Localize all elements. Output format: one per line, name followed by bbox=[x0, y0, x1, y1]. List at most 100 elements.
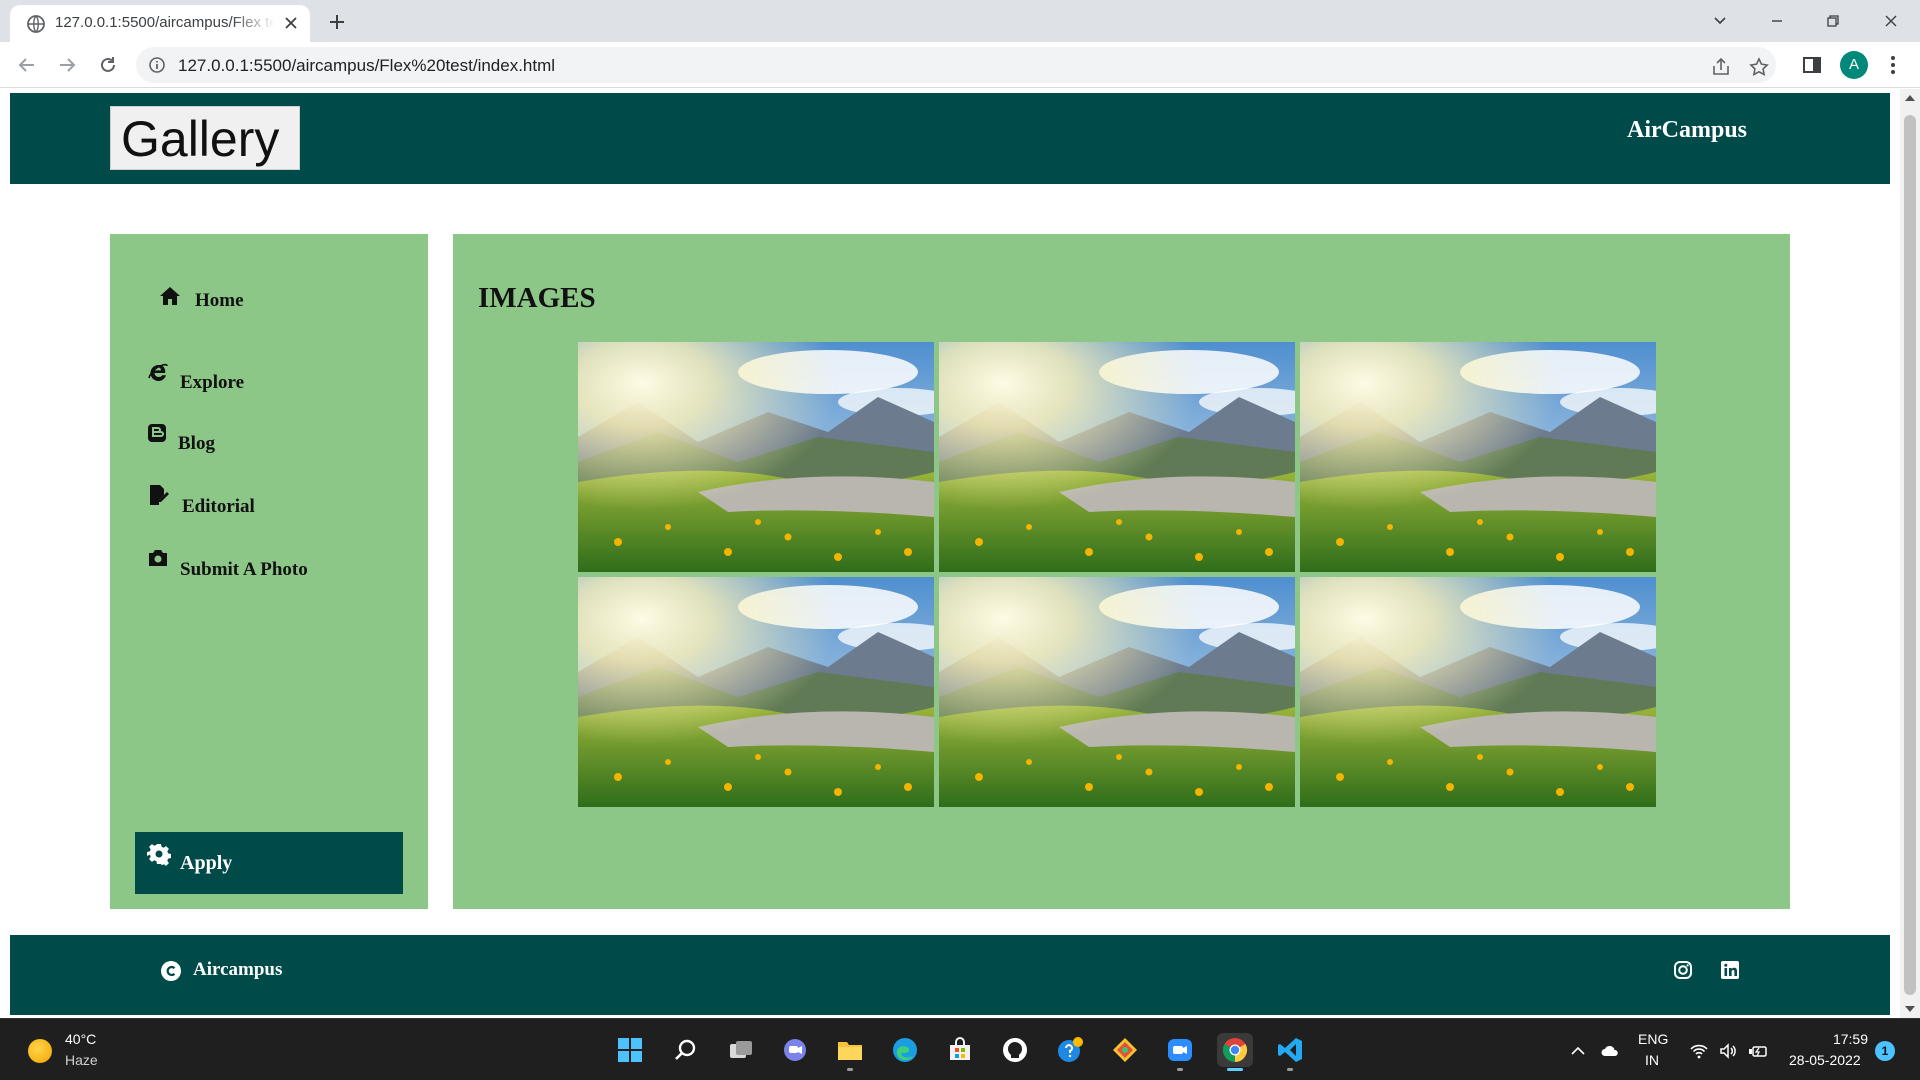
taskbar-app-help[interactable] bbox=[1052, 1033, 1088, 1067]
active-indicator bbox=[1227, 1068, 1243, 1071]
linkedin-icon[interactable] bbox=[1719, 959, 1741, 981]
bookmark-star-icon[interactable] bbox=[1748, 56, 1770, 78]
wifi-icon[interactable] bbox=[1689, 1041, 1709, 1061]
git-icon bbox=[1113, 1038, 1137, 1062]
folder-icon bbox=[838, 1042, 862, 1060]
taskbar-chrome[interactable] bbox=[1217, 1033, 1253, 1071]
sidebar-item-submit-photo[interactable]: Submit A Photo bbox=[110, 545, 428, 585]
brand-name[interactable]: AirCampus bbox=[1627, 117, 1747, 144]
site-header: Gallery AirCampus bbox=[10, 93, 1890, 184]
weather-condition[interactable]: Haze bbox=[65, 1052, 98, 1068]
sidebar-item-label: Home bbox=[195, 290, 244, 311]
notification-badge[interactable]: 1 bbox=[1875, 1041, 1895, 1061]
restore-icon[interactable] bbox=[1820, 8, 1846, 34]
vertical-scrollbar[interactable] bbox=[1900, 89, 1920, 1018]
mountain-meadow-photo bbox=[939, 577, 1295, 807]
file-signature-icon bbox=[150, 485, 169, 505]
blogger-icon bbox=[148, 424, 166, 442]
apply-button[interactable]: Apply bbox=[135, 832, 403, 894]
gallery-image[interactable] bbox=[1300, 577, 1656, 807]
url-text[interactable]: 127.0.0.1:5500/aircampus/Flex%20test/ind… bbox=[178, 56, 555, 76]
page-viewport: Gallery AirCampus Home Explore Blog Edit… bbox=[0, 89, 1900, 1018]
weather-temperature[interactable]: 40°C bbox=[65, 1031, 96, 1047]
close-tab-icon[interactable] bbox=[282, 14, 300, 32]
chevron-up-icon[interactable] bbox=[1568, 1041, 1588, 1061]
taskbar-chat[interactable] bbox=[777, 1033, 813, 1067]
browser-toolbar: 127.0.0.1:5500/aircampus/Flex%20test/ind… bbox=[0, 42, 1920, 88]
scroll-up-arrow-icon[interactable] bbox=[1905, 93, 1915, 101]
help-icon bbox=[1058, 1037, 1083, 1062]
input-region[interactable]: IN bbox=[1645, 1052, 1659, 1068]
weather-sun-icon[interactable] bbox=[28, 1039, 52, 1063]
running-indicator bbox=[1177, 1068, 1183, 1071]
taskbar-app-git[interactable] bbox=[1107, 1033, 1143, 1067]
home-icon bbox=[160, 287, 180, 305]
taskbar-app-github[interactable] bbox=[997, 1033, 1033, 1067]
taskbar-file-explorer[interactable] bbox=[832, 1033, 868, 1071]
edge-icon bbox=[893, 1038, 917, 1062]
info-icon[interactable] bbox=[148, 56, 166, 74]
profile-avatar[interactable]: A bbox=[1840, 51, 1868, 79]
site-footer: Aircampus bbox=[10, 935, 1890, 1015]
taskbar-zoom[interactable] bbox=[1162, 1033, 1198, 1071]
gallery-image[interactable] bbox=[578, 577, 934, 807]
minimize-icon[interactable] bbox=[1764, 8, 1790, 34]
gallery-image[interactable] bbox=[939, 342, 1295, 572]
mountain-meadow-photo bbox=[939, 342, 1295, 572]
kebab-menu-icon[interactable] bbox=[1881, 53, 1905, 77]
mountain-meadow-photo bbox=[1300, 577, 1656, 807]
back-arrow-icon[interactable] bbox=[14, 52, 40, 78]
sidebar-item-label: Editorial bbox=[182, 496, 255, 517]
instagram-icon[interactable] bbox=[1672, 959, 1694, 981]
mountain-meadow-photo bbox=[578, 342, 934, 572]
new-tab-icon[interactable] bbox=[325, 10, 349, 34]
taskbar-vscode[interactable] bbox=[1272, 1033, 1308, 1071]
apply-label: Apply bbox=[180, 852, 233, 874]
running-indicator bbox=[1287, 1068, 1293, 1071]
sidebar: Home Explore Blog Editorial Submit A Pho… bbox=[110, 234, 428, 909]
volume-icon[interactable] bbox=[1718, 1041, 1738, 1061]
taskbar: 40°C Haze ENG IN 17:59 28-05-2022 1 bbox=[0, 1018, 1920, 1080]
clock-date[interactable]: 28-05-2022 bbox=[1789, 1052, 1861, 1068]
zoom-video-icon bbox=[1168, 1039, 1192, 1061]
gallery-image[interactable] bbox=[1300, 342, 1656, 572]
logo-text: Gallery bbox=[121, 111, 280, 167]
tab-search-icon[interactable] bbox=[1707, 8, 1733, 34]
taskbar-search[interactable] bbox=[668, 1033, 704, 1067]
gear-icon bbox=[147, 844, 171, 866]
gallery-image[interactable] bbox=[578, 342, 934, 572]
forward-arrow-icon[interactable] bbox=[54, 52, 80, 78]
scroll-thumb[interactable] bbox=[1904, 115, 1916, 995]
sidebar-item-label: Blog bbox=[178, 433, 215, 454]
share-icon[interactable] bbox=[1710, 56, 1732, 78]
side-panel-icon[interactable] bbox=[1800, 53, 1824, 77]
browser-tab[interactable]: 127.0.0.1:5500/aircampus/Flex test/index… bbox=[10, 5, 310, 42]
sidebar-item-editorial[interactable]: Editorial bbox=[110, 482, 428, 522]
copyright-text: Aircampus bbox=[193, 959, 283, 980]
onedrive-cloud-icon[interactable] bbox=[1600, 1041, 1620, 1061]
taskbar-edge[interactable] bbox=[887, 1033, 923, 1067]
sidebar-item-explore[interactable]: Explore bbox=[110, 355, 428, 395]
sidebar-item-home[interactable]: Home bbox=[110, 278, 428, 318]
reload-icon[interactable] bbox=[95, 52, 121, 78]
site-logo[interactable]: Gallery bbox=[110, 106, 300, 170]
scroll-down-arrow-icon[interactable] bbox=[1905, 1006, 1915, 1014]
clock-time[interactable]: 17:59 bbox=[1832, 1031, 1868, 1047]
battery-icon[interactable] bbox=[1748, 1041, 1768, 1061]
address-bar[interactable]: 127.0.0.1:5500/aircampus/Flex%20test/ind… bbox=[136, 47, 1776, 83]
sidebar-item-blog[interactable]: Blog bbox=[110, 419, 428, 459]
running-indicator bbox=[847, 1068, 853, 1071]
main-content: IMAGES bbox=[453, 234, 1790, 909]
task-view-icon bbox=[730, 1041, 752, 1058]
globe-icon bbox=[27, 15, 45, 33]
start-button[interactable] bbox=[612, 1033, 648, 1067]
chat-icon bbox=[784, 1039, 806, 1061]
taskbar-task-view[interactable] bbox=[723, 1033, 759, 1067]
close-window-icon[interactable] bbox=[1878, 8, 1904, 34]
vscode-icon bbox=[1278, 1038, 1302, 1062]
taskbar-store[interactable] bbox=[942, 1033, 978, 1067]
gallery-image[interactable] bbox=[939, 577, 1295, 807]
tab-title: 127.0.0.1:5500/aircampus/Flex test/index… bbox=[55, 14, 275, 31]
windows-logo-icon bbox=[618, 1038, 642, 1062]
input-language[interactable]: ENG bbox=[1638, 1031, 1668, 1047]
